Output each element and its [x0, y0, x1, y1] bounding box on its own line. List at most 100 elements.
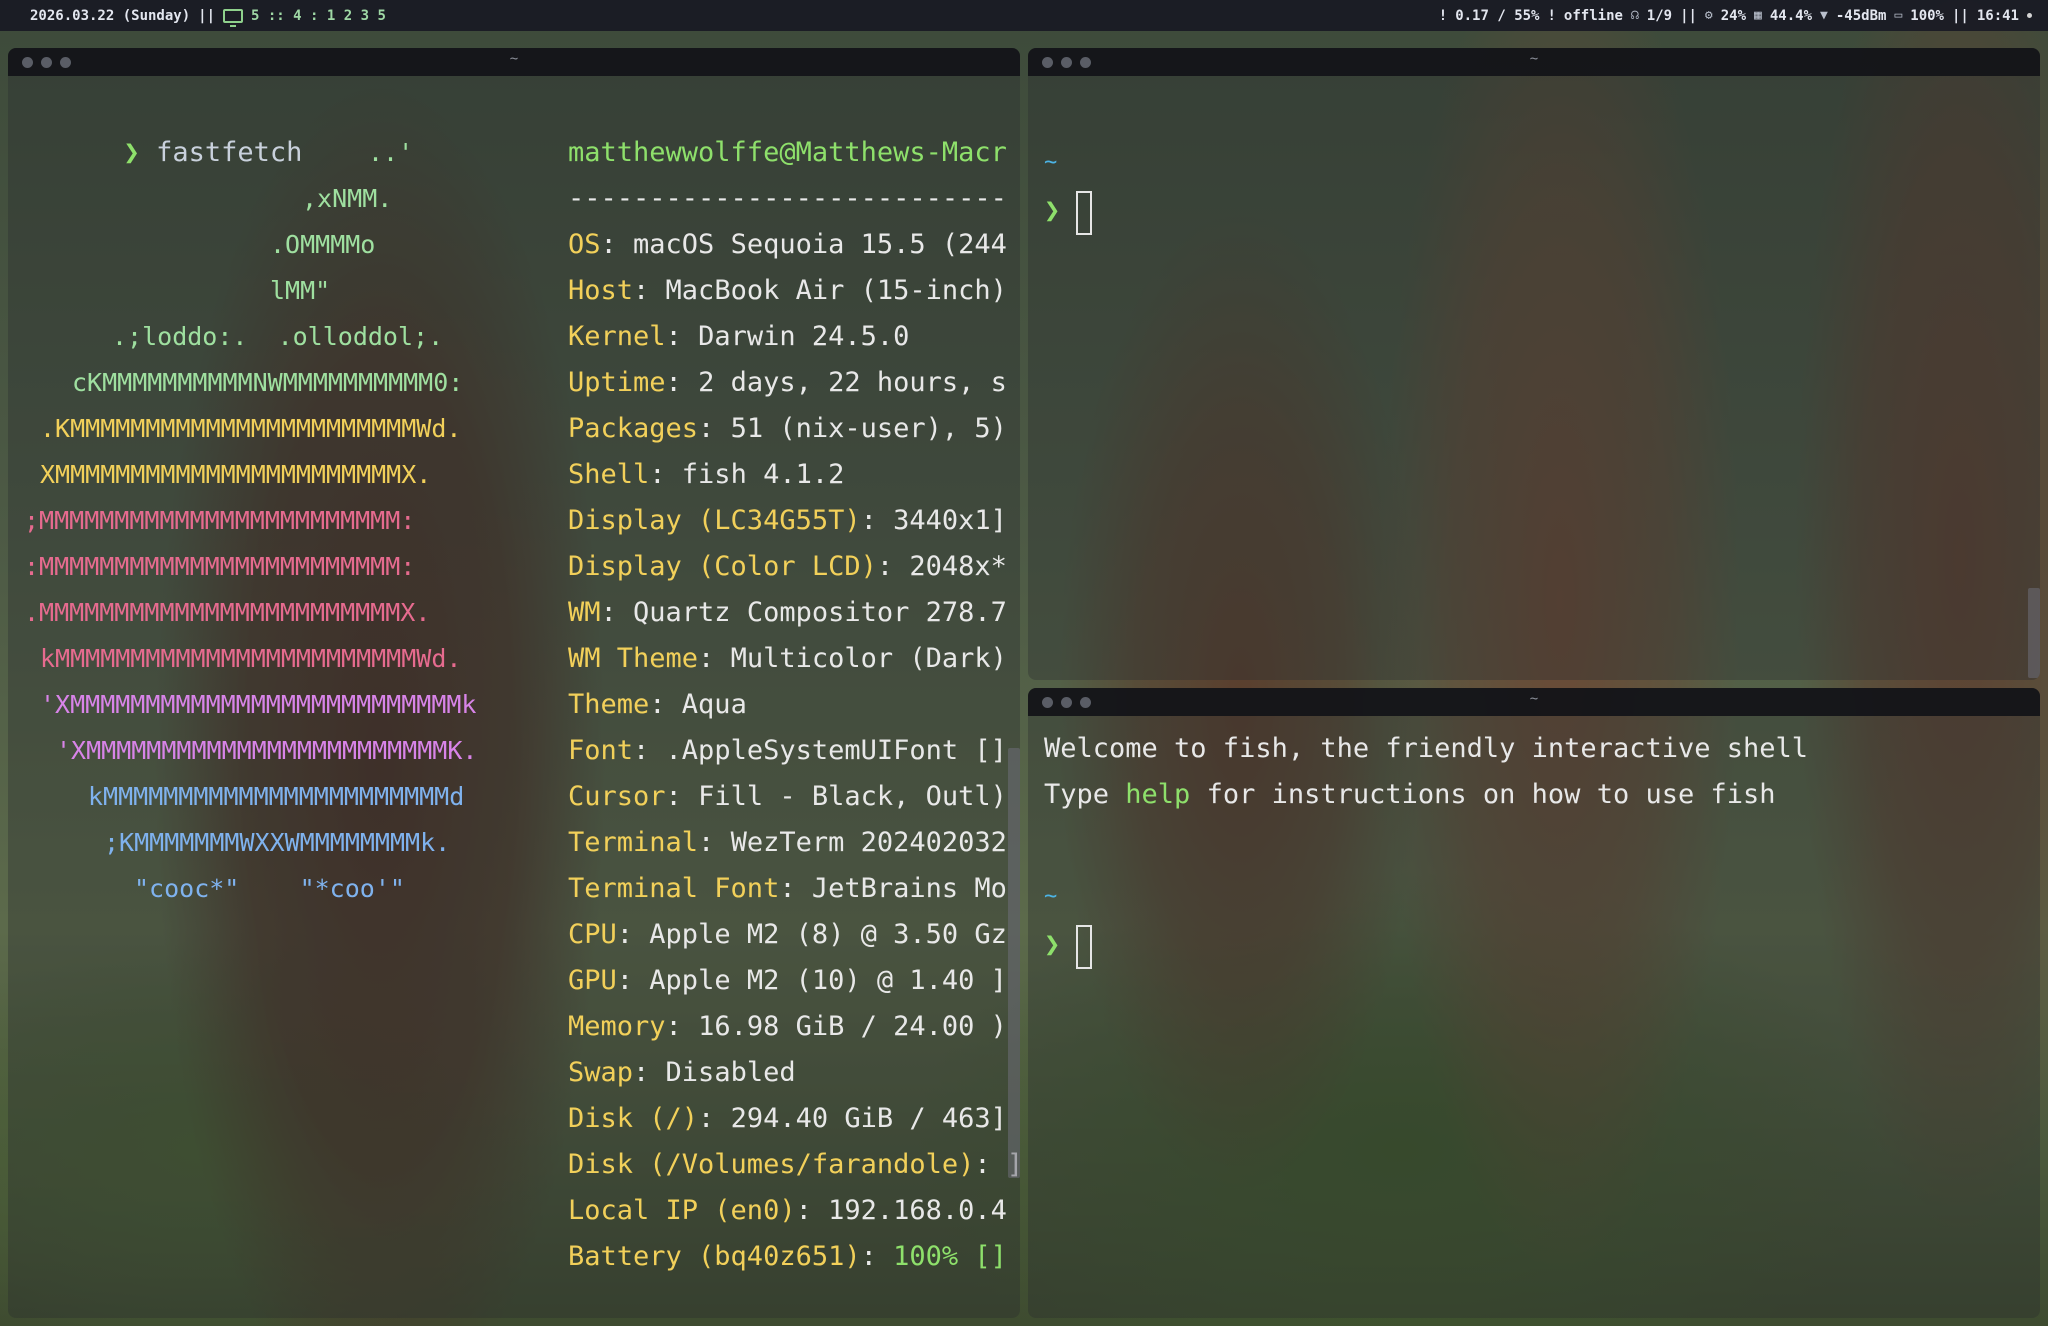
info-key: Kernel	[568, 321, 666, 352]
ascii-logo-line: .OMMMMo	[270, 230, 376, 259]
terminal-window-bottom-right[interactable]: ~ Welcome to fish, the friendly interact…	[1028, 688, 2040, 1318]
info-key: Uptime	[568, 367, 666, 398]
info-value: 2048x*	[909, 551, 1007, 582]
info-key: Display (LC34G55T)	[568, 505, 861, 536]
terminal-output[interactable]: Welcome to fish, the friendly interactiv…	[1028, 716, 2040, 1318]
info-key: Theme	[568, 689, 650, 720]
text-cursor[interactable]	[1076, 925, 1092, 969]
info-row: Display (LC34G55T): 3440x1]	[568, 505, 1007, 536]
info-row: Display (Color LCD): 2048x*	[568, 551, 1007, 582]
ascii-logo-line: ..'	[368, 138, 414, 167]
window-titlebar[interactable]: ~	[1028, 688, 2040, 716]
scrollbar[interactable]	[1008, 748, 1020, 1178]
info-key: Local IP (en0)	[568, 1195, 796, 1226]
info-key: OS	[568, 229, 601, 260]
workspace-indicator[interactable]: 5 :: 4 : 1 2 3 5	[251, 8, 386, 24]
window-title: ~	[1529, 691, 1539, 707]
memory-icon: ▦	[1754, 8, 1762, 23]
scrollbar[interactable]	[2028, 588, 2040, 678]
info-row: Disk (/): 294.40 GiB / 463]	[568, 1103, 1007, 1134]
info-row: Battery (bq40z651): 100% []	[568, 1241, 1007, 1272]
info-key: WM	[568, 597, 601, 628]
info-row: WM: Quartz Compositor 278.7	[568, 597, 1007, 628]
info-key: Packages	[568, 413, 699, 444]
ascii-logo-line: kMMMMMMMMMMMMMMMMMMMMMMMd	[88, 782, 465, 811]
load-indicator: 0.17 / 55%	[1455, 7, 1540, 24]
help-suffix: for instructions on how to use fish	[1190, 779, 1776, 810]
info-row: WM Theme: Multicolor (Dark)	[568, 643, 1007, 674]
ascii-logo-line: ,xNMM.	[302, 184, 393, 213]
info-key: CPU	[568, 919, 617, 950]
status-dot-icon	[2027, 13, 2032, 18]
info-value: 51 (nix-user), 5)	[730, 413, 1007, 444]
ascii-logo-line: lMM"	[270, 276, 331, 305]
date-label: 2026.03.22 (Sunday)	[30, 7, 191, 24]
ascii-logo-line: .MMMMMMMMMMMMMMMMMMMMMMMMX.	[24, 598, 431, 627]
terminal-window-left[interactable]: ~ ❯ fastfetch ..' ,xNMM. .OMMMMo lMM" .;lodd…	[8, 48, 1020, 1318]
info-key: Shell	[568, 459, 650, 490]
info-key: WM Theme	[568, 643, 699, 674]
info-row: CPU: Apple M2 (8) @ 3.50 Gz	[568, 919, 1007, 950]
ascii-logo-line: 'XMMMMMMMMMMMMMMMMMMMMMMMMMMk	[40, 690, 477, 719]
info-value: Apple M2 (10) @ 1.40 ]	[649, 965, 1007, 996]
info-key: Memory	[568, 1011, 666, 1042]
ascii-logo-line: cKMMMMMMMMMMNWMMMMMMMMMM0:	[72, 368, 464, 397]
info-key: Battery (bq40z651)	[568, 1241, 861, 1272]
ascii-logo-line: "cooc*" "*coo'"	[134, 874, 405, 903]
info-row: Terminal: WezTerm 202402032	[568, 827, 1007, 858]
wifi-signal: -45dBm	[1835, 7, 1887, 24]
help-keyword: help	[1125, 779, 1191, 810]
bluetooth-icon: ☊	[1630, 8, 1639, 23]
info-value: 16.98 GiB / 24.00 )	[698, 1011, 1007, 1042]
info-separator: ---------------------------	[568, 183, 1007, 214]
prompt-symbol: ❯	[1044, 195, 1061, 226]
help-message: Type help for instructions on how to use…	[1044, 772, 1776, 818]
alert-icon: !	[1438, 7, 1448, 24]
info-key: Terminal	[568, 827, 699, 858]
terminal-output[interactable]: ❯ fastfetch ..' ,xNMM. .OMMMMo lMM" .;loddo:…	[8, 76, 1020, 1318]
command-text: fastfetch	[156, 137, 303, 168]
window-titlebar[interactable]: ~	[1028, 48, 2040, 76]
info-value: 100% []	[893, 1241, 1007, 1272]
cpu-icon: ⚙	[1704, 8, 1713, 23]
info-row: Terminal Font: JetBrains Mo	[568, 873, 1007, 904]
cwd-indicator: ~	[1044, 884, 1058, 909]
memory-usage: 44.4%	[1769, 7, 1813, 24]
info-row: Memory: 16.98 GiB / 24.00 )	[568, 1011, 1007, 1042]
window-title: ~	[509, 51, 519, 67]
info-value: Disabled	[665, 1057, 796, 1088]
welcome-message: Welcome to fish, the friendly interactiv…	[1044, 733, 1809, 764]
ascii-logo-line: ;KMMMMMMMWXXWMMMMMMMMk.	[104, 828, 451, 857]
help-prefix: Type	[1044, 779, 1126, 810]
info-key: GPU	[568, 965, 617, 996]
info-key: Swap	[568, 1057, 634, 1088]
info-value: 192.168.0.4	[828, 1195, 1007, 1226]
ascii-logo-line: .;loddo:. .olloddol;.	[112, 322, 444, 351]
info-key: Font	[568, 735, 634, 766]
info-row: Host: MacBook Air (15-inch)	[568, 275, 1007, 306]
alert-icon: !	[1547, 7, 1556, 24]
info-row: GPU: Apple M2 (10) @ 1.40 ]	[568, 965, 1007, 996]
info-value: Aqua	[681, 689, 747, 720]
terminal-output[interactable]: ~ ❯	[1028, 76, 2040, 680]
info-row: OS: macOS Sequoia 15.5 (244	[568, 229, 1007, 260]
info-value: Darwin 24.5.0	[698, 321, 910, 352]
terminal-window-top-right[interactable]: ~ ~ ❯	[1028, 48, 2040, 680]
window-titlebar[interactable]: ~	[8, 48, 1020, 76]
info-value: JetBrains Mo	[811, 873, 1007, 904]
info-key: Disk (/)	[568, 1103, 699, 1134]
cwd-indicator: ~	[1044, 150, 1058, 175]
info-value: .AppleSystemUIFont []	[665, 735, 1007, 766]
info-value: Apple M2 (8) @ 3.50 Gz	[649, 919, 1007, 950]
info-row: Font: .AppleSystemUIFont []	[568, 735, 1007, 766]
info-row: Disk (/Volumes/farandole): ]	[568, 1142, 1020, 1188]
text-cursor[interactable]	[1076, 191, 1092, 235]
info-value: WezTerm 202402032	[730, 827, 1007, 858]
bar-separator: ||	[198, 7, 216, 24]
network-status: offline	[1563, 7, 1623, 24]
info-row: Theme: Aqua	[568, 689, 747, 720]
prompt-symbol: ❯	[1044, 929, 1061, 960]
battery-icon: ▭	[1894, 8, 1903, 23]
ascii-logo-line: :MMMMMMMMMMMMMMMMMMMMMMMM:	[24, 552, 416, 581]
info-key: Terminal Font	[568, 873, 780, 904]
